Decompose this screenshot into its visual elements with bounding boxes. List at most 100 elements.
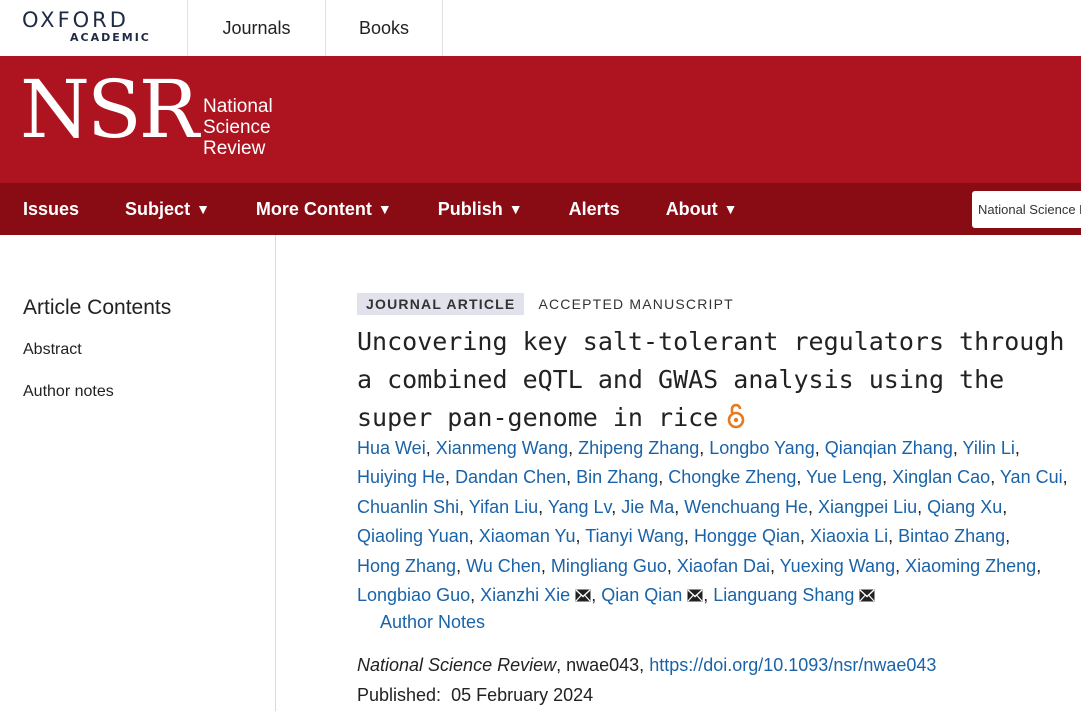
author-separator: , [445,467,456,488]
author-link[interactable]: Lianguang Shang [713,585,854,605]
author-link[interactable]: Yuexing Wang [780,556,895,576]
author-link[interactable]: Xinglan Cao [892,467,990,487]
article-tags: JOURNAL ARTICLE ACCEPTED MANUSCRIPT [357,293,734,315]
author-separator: , [917,496,928,517]
envelope-icon[interactable] [687,582,703,611]
author-link[interactable]: Xiangpei Liu [818,497,917,517]
author-separator: , [674,496,685,517]
author-link[interactable]: Qian Qian [601,585,682,605]
author-separator: , [1036,555,1042,576]
journal-name[interactable]: National Science Review [203,96,273,159]
author-separator: , [538,496,548,517]
author-separator: , [566,467,577,488]
search-scope-select[interactable]: National Science R [972,191,1081,228]
author-link[interactable]: Xianmeng Wang [436,438,568,458]
author-link[interactable]: Wenchuang He [684,497,808,517]
author-link[interactable]: Dandan Chen [455,467,566,487]
sidebar-item-author-notes[interactable]: Author notes [23,383,114,401]
top-bar: OXFORD ACADEMIC Journals Books [0,0,1081,56]
nav-item-publish[interactable]: Publish ▼ [438,199,523,220]
author-link[interactable]: Mingliang Guo [551,556,667,576]
author-link[interactable]: Zhipeng Zhang [578,438,699,458]
caret-down-icon: ▼ [508,201,523,217]
author-link[interactable]: Xiaoxia Li [810,526,888,546]
author-link[interactable]: Yang Lv [548,497,611,517]
author-separator: , [540,555,551,576]
author-separator: , [666,555,677,576]
author-separator: , [683,526,694,547]
nav-item-label: Subject [125,198,191,219]
article-id: , nwae043, [556,655,650,675]
journal-name-line-2: Science [203,117,271,138]
author-link[interactable]: Xiaoman Yu [479,526,576,546]
author-link[interactable]: Hongge Qian [694,526,800,546]
author-link[interactable]: Yifan Liu [469,497,538,517]
author-link[interactable]: Jie Ma [621,497,674,517]
author-link[interactable]: Tianyi Wang [585,526,684,546]
sidebar-title: Article Contents [23,296,172,319]
top-link-books[interactable]: Books [326,0,443,56]
author-notes-link[interactable]: Author Notes [380,612,485,633]
author-link[interactable]: Chongke Zheng [668,467,796,487]
author-separator: , [990,467,1000,488]
author-link[interactable]: Yan Cui [1000,467,1063,487]
author-separator: , [769,555,780,576]
caret-down-icon: ▼ [196,201,210,217]
author-link[interactable]: Xianzhi Xie [480,585,570,605]
author-link[interactable]: Longbo Yang [709,438,814,458]
author-separator: , [456,555,467,576]
nav-item-issues[interactable]: Issues [23,199,79,220]
envelope-icon[interactable] [859,582,875,611]
main-nav: Issues Subject ▼ More Content ▼ Publish … [0,183,1081,235]
author-link[interactable]: Chuanlin Shi [357,497,459,517]
author-separator: , [1005,526,1011,547]
citation-line: National Science Review, nwae043, https:… [357,655,936,676]
author-separator: , [1062,467,1068,488]
author-link[interactable]: Huiying He [357,467,445,487]
nav-item-subject[interactable]: Subject ▼ [125,199,210,220]
nav-item-more-content[interactable]: More Content ▼ [256,199,392,220]
journal-banner: NSR National Science Review [0,56,1081,183]
author-link[interactable]: Bin Zhang [576,467,658,487]
nsr-logo[interactable]: NSR [20,70,199,150]
author-separator: , [888,526,899,547]
author-link[interactable]: Xiaofan Dai [677,556,770,576]
top-link-journals[interactable]: Journals [188,0,326,56]
author-link[interactable]: Longbiao Guo [357,585,470,605]
journal-title: National Science Review [357,655,557,675]
author-separator: , [470,585,481,606]
oxford-academic-logo[interactable]: OXFORD ACADEMIC [0,0,188,56]
nav-item-label: About [665,198,718,219]
author-link[interactable]: Bintao Zhang [898,526,1005,546]
author-link[interactable]: Qianqian Zhang [825,438,953,458]
author-link[interactable]: Hong Zhang [357,556,456,576]
author-separator: , [468,526,479,547]
author-list: Hua Wei, Xianmeng Wang, Zhipeng Zhang, L… [357,434,1077,611]
published-label: Published: [357,685,442,705]
author-separator: , [814,438,825,458]
doi-link[interactable]: https://doi.org/10.1093/nsr/nwae043 [649,655,936,675]
author-separator: , [703,585,714,606]
article-type-tag: JOURNAL ARTICLE [357,293,525,315]
published-date: 05 February 2024 [451,685,594,705]
nav-item-label: Publish [437,198,503,219]
envelope-icon[interactable] [575,582,591,611]
author-separator: , [800,526,811,547]
nav-item-about[interactable]: About ▼ [666,199,738,220]
article-title-text: Uncovering key salt-tolerant regulators … [357,327,1065,432]
published-line: Published: 05 February 2024 [357,685,593,706]
sidebar-item-abstract[interactable]: Abstract [23,341,82,359]
author-link[interactable]: Wu Chen [466,556,541,576]
author-separator: , [882,467,893,488]
author-link[interactable]: Qiaoling Yuan [357,526,469,546]
logo-oxford-text: OXFORD [22,8,129,32]
author-link[interactable]: Xiaoming Zheng [905,556,1036,576]
nav-item-alerts[interactable]: Alerts [569,199,620,220]
caret-down-icon: ▼ [377,201,392,217]
author-link[interactable]: Qiang Xu [927,497,1002,517]
article-contents-sidebar: Article Contents Abstract Author notes [0,235,276,711]
author-link[interactable]: Yilin Li [963,438,1015,458]
journal-name-line-3: Review [203,138,266,159]
author-link[interactable]: Yue Leng [806,467,882,487]
author-link[interactable]: Hua Wei [357,438,426,458]
